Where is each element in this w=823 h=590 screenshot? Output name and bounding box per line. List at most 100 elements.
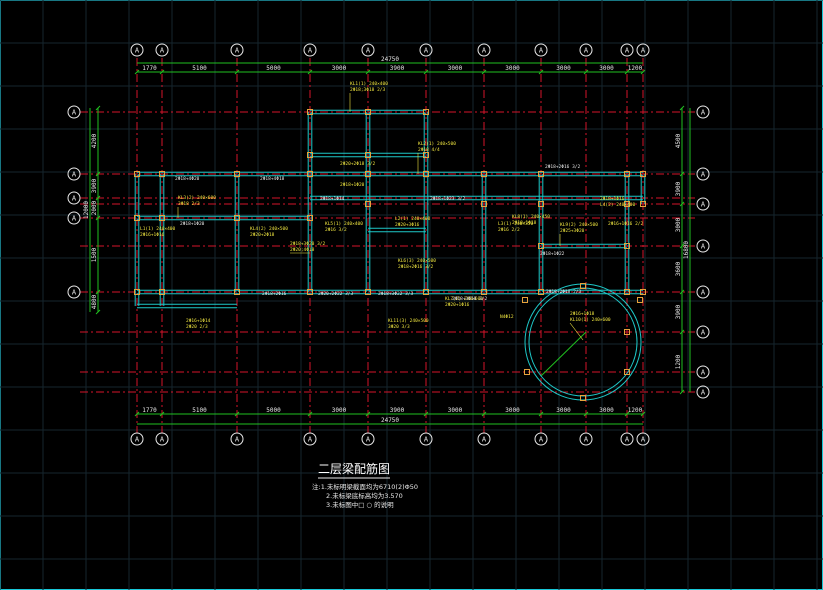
note-1: 注:1.未标明梁截面均为6710(2)Φ50 xyxy=(312,482,418,491)
bottom-dim-segment-label: 3000 xyxy=(599,407,614,414)
axis-bubble-label: A xyxy=(424,47,429,55)
top-dim-segment-label: 3000 xyxy=(556,65,571,72)
axis-bubble-label: A xyxy=(366,436,371,444)
axis-bubble-label: A xyxy=(135,436,140,444)
column xyxy=(637,297,643,303)
left-dim-overall-label: 12000 xyxy=(83,201,90,219)
beam-annotation: 2Φ16+1Φ14 xyxy=(186,318,211,324)
left-dim-segment-label: 1500 xyxy=(91,247,98,262)
beam-tag: 2Φ18+4Φ18 xyxy=(260,176,285,182)
beam-annotation: 2Φ16 2/2 xyxy=(498,227,520,233)
bottom-dim-segment-label: 3000 xyxy=(505,407,520,414)
right-dim-segment-label: 3900 xyxy=(675,304,682,319)
beam-annotation: 2Φ18+3Φ20 3/2 xyxy=(290,241,326,247)
beam-tag: 2Φ18+1Φ22 xyxy=(540,251,565,257)
cad-drawing-canvas[interactable]: KL1(1) 240×4002Φ18;3Φ18 2/3 KL2(1) 240×50… xyxy=(0,0,823,590)
beam-annotation: 2Φ18 4/4 xyxy=(418,147,440,153)
axis-bubble-label: A xyxy=(701,369,706,377)
bottom-dim-segment-label: 5100 xyxy=(192,407,207,414)
circular-beam-inner xyxy=(528,287,638,397)
axis-bubble-label: A xyxy=(366,47,371,55)
axis-bubble-label: A xyxy=(584,436,589,444)
axis-bubble-label: A xyxy=(701,389,706,397)
axis-bubble-label: A xyxy=(625,436,630,444)
axis-bubble-label: A xyxy=(160,47,165,55)
axis-bubble-label: A xyxy=(72,195,77,203)
axis-bubble-label: A xyxy=(701,289,706,297)
top-dim-segment-label: 5000 xyxy=(266,65,281,72)
right-dim-overall-label: 16800 xyxy=(683,241,690,259)
beam-annotation: 3Φ18 2/3 xyxy=(178,201,200,207)
beam-annotation: KL6(3) 240×500 xyxy=(398,258,436,264)
beam-tag: 2Φ18+2Φ16 xyxy=(262,291,287,297)
dimension-lines xyxy=(89,62,691,425)
right-dim-segment-label: 3000 xyxy=(675,217,682,232)
left-dim-segment-label: 3900 xyxy=(91,178,98,193)
beam-annotation: 2Φ25+3Φ20 xyxy=(560,228,585,234)
right-dim-segment-label: 4500 xyxy=(675,133,682,148)
axis-bubble-label: A xyxy=(539,47,544,55)
beam-annotation: KL5(1) 240×400 xyxy=(325,221,363,227)
beam-annotation: 2Φ20+2Φ18 xyxy=(250,232,275,238)
axis-bubble-label: A xyxy=(235,436,240,444)
beam-annotation: KL8(1) 240×450 xyxy=(512,214,550,220)
beam-annotation: KL3(2) 240×600 xyxy=(178,195,216,201)
beam-tag: 2Φ18+4Φ20 xyxy=(175,176,200,182)
column xyxy=(522,297,528,303)
beam-annotation: KL1(1) 240×400 xyxy=(350,81,388,87)
axis-bubble-label: A xyxy=(308,47,313,55)
bottom-dim-segment-label: 3000 xyxy=(332,407,347,414)
top-dim-segment-label: 3000 xyxy=(599,65,614,72)
beams xyxy=(134,109,646,401)
axis-bubble-label: A xyxy=(160,436,165,444)
axis-bubble-label: A xyxy=(584,47,589,55)
axis-bubble-label: A xyxy=(482,436,487,444)
beam-annotation: 2Φ18;3Φ18 2/3 xyxy=(350,87,386,93)
axis-bubble-label: A xyxy=(701,201,706,209)
beam-annotation: 2Φ20+3Φ16 xyxy=(395,222,420,228)
beam-annotation: KL2(1) 240×500 xyxy=(418,141,456,147)
beam-annotation: KL9(2) 240×500 xyxy=(560,222,598,228)
beam-tag: 2Φ18+3Φ18 3/2 xyxy=(452,296,488,302)
beam-tag: 2Φ18+2Φ16 3/2 xyxy=(545,164,581,170)
bottom-dim-segment-label: 3900 xyxy=(390,407,405,414)
axis-bubble-label: A xyxy=(701,243,706,251)
beam-annotation: 2Φ20;4Φ18 xyxy=(290,247,315,253)
beam-tag: 2Φ18+1Φ14 xyxy=(320,196,345,202)
beam-annotation: L1(1) 240×400 xyxy=(140,226,176,232)
beam-tag: 2Φ18+1Φ20 xyxy=(180,221,205,227)
bottom-dim-segment-label: 3000 xyxy=(556,407,571,414)
radius-line xyxy=(540,331,587,377)
axis-bubble-label: A xyxy=(72,109,77,117)
beam-annotation: N4Φ12 xyxy=(500,314,514,320)
bottom-dim-segment-label: 3000 xyxy=(448,407,463,414)
left-dim-segment-label: 4200 xyxy=(91,133,98,148)
top-dim-segment-label: 1770 xyxy=(142,65,157,72)
drawing-title: 二层梁配筋图 xyxy=(318,461,390,476)
top-dim-segment-label: 3000 xyxy=(332,65,347,72)
left-dim-segment-label: 2000 xyxy=(91,200,98,215)
beam-annotation: 2Φ16+1Φ16 xyxy=(140,232,165,238)
beam-tag: 2Φ20+2Φ22 3/3 xyxy=(318,291,354,297)
axis-bubble-label: A xyxy=(701,109,706,117)
axis-bubble-label: A xyxy=(72,289,77,297)
beam-annotation: L4(2) 240×400 xyxy=(600,202,636,208)
axis-bubble-label: A xyxy=(308,436,313,444)
beam-annotation: 2Φ20 2/3 xyxy=(186,324,208,330)
axis-bubble-label: A xyxy=(135,47,140,55)
beam-annotation: 2Φ16 3/2 xyxy=(325,227,347,233)
beam-tag: 2Φ18+1Φ23 3/2 xyxy=(430,196,466,202)
beam-tag: 2Φ18+3Φ22 3/3 xyxy=(378,291,414,297)
beam-annotation: 2Φ18+1Φ16 xyxy=(600,196,625,202)
bottom-dim-segment-label: 5000 xyxy=(266,407,281,414)
note-3: 3.未标图中□ ○ 的说明 xyxy=(326,500,394,509)
beam-annotation: KL11(3) 240×500 xyxy=(388,318,429,324)
beam-annotation: L2(1) 240×400 xyxy=(395,216,431,222)
beam-annotation: 2Φ18+2Φ16 3/2 xyxy=(398,264,434,270)
beam-annotation: 2Φ16+1Φ16 2/2 xyxy=(608,221,644,227)
top-dim-overall-label: 24750 xyxy=(381,56,399,63)
bottom-dim-overall-label: 24750 xyxy=(381,417,399,424)
bottom-dim-segment-label: 1770 xyxy=(142,407,157,414)
top-dim-segment-label: 3900 xyxy=(390,65,405,72)
right-dim-segment-label: 1200 xyxy=(675,354,682,369)
